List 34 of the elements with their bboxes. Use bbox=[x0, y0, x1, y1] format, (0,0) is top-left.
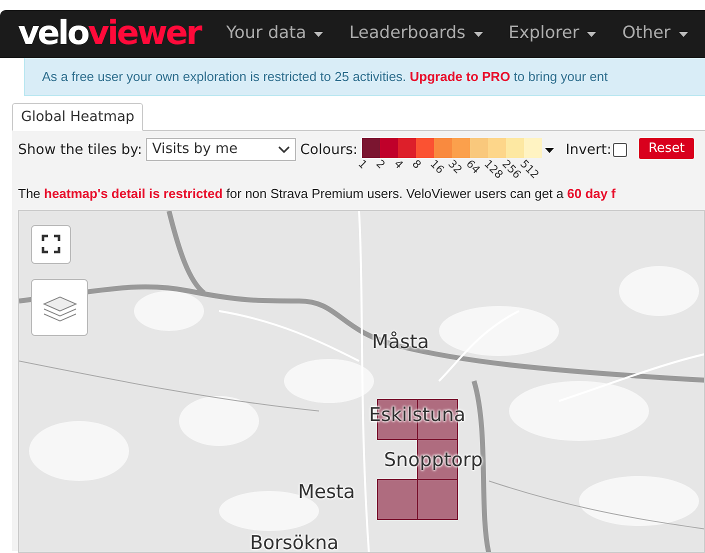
invert-label: Invert: bbox=[566, 141, 612, 160]
scale-label: 1 bbox=[356, 158, 369, 171]
fullscreen-icon bbox=[41, 234, 61, 254]
colours-label: Colours: bbox=[300, 141, 358, 160]
scale-label: 16 bbox=[428, 158, 446, 176]
reset-button[interactable]: Reset bbox=[639, 138, 694, 159]
scale-label: 64 bbox=[464, 158, 482, 176]
nav-menu[interactable]: Explorer bbox=[508, 21, 596, 47]
nav-menu[interactable]: Leaderboards bbox=[349, 21, 482, 47]
caret-icon[interactable] bbox=[544, 148, 554, 153]
logo[interactable]: veloviewer bbox=[18, 16, 200, 48]
show-tiles-label: Show the tiles by: bbox=[18, 141, 142, 160]
invert-checkbox[interactable] bbox=[613, 143, 628, 157]
scale-label: 32 bbox=[446, 158, 464, 176]
restriction-text: The heatmap's detail is restricted for non Strava Premium users. VeloViewer users can get a 60 day f bbox=[18, 185, 616, 203]
chevron-icon bbox=[278, 146, 290, 154]
layers-button[interactable] bbox=[31, 278, 88, 336]
caret-icon bbox=[678, 32, 688, 36]
scale-label: 2 bbox=[374, 158, 387, 171]
place-label: Mesta bbox=[298, 482, 356, 502]
nav-menu[interactable]: Other bbox=[622, 21, 688, 47]
tab[interactable]: Global Heatmap bbox=[12, 103, 144, 131]
caret-icon bbox=[314, 32, 324, 36]
place-label: Borsökna bbox=[250, 534, 339, 552]
tiles-dropdown[interactable]: Visits by me bbox=[146, 138, 296, 161]
notice-text: As a free user your own exploration is restricted to 25 activities. Upgrade to PRO to bring your ent bbox=[42, 68, 608, 86]
caret-icon bbox=[474, 32, 482, 36]
fullscreen-button[interactable] bbox=[31, 224, 71, 264]
scale-label: 8 bbox=[410, 158, 423, 171]
scale-label: 4 bbox=[392, 158, 405, 171]
caret-icon bbox=[587, 32, 596, 36]
scale-label: 128 bbox=[482, 158, 504, 181]
place-label: Måsta bbox=[372, 332, 430, 352]
nav-menu[interactable]: Your data bbox=[226, 21, 324, 47]
